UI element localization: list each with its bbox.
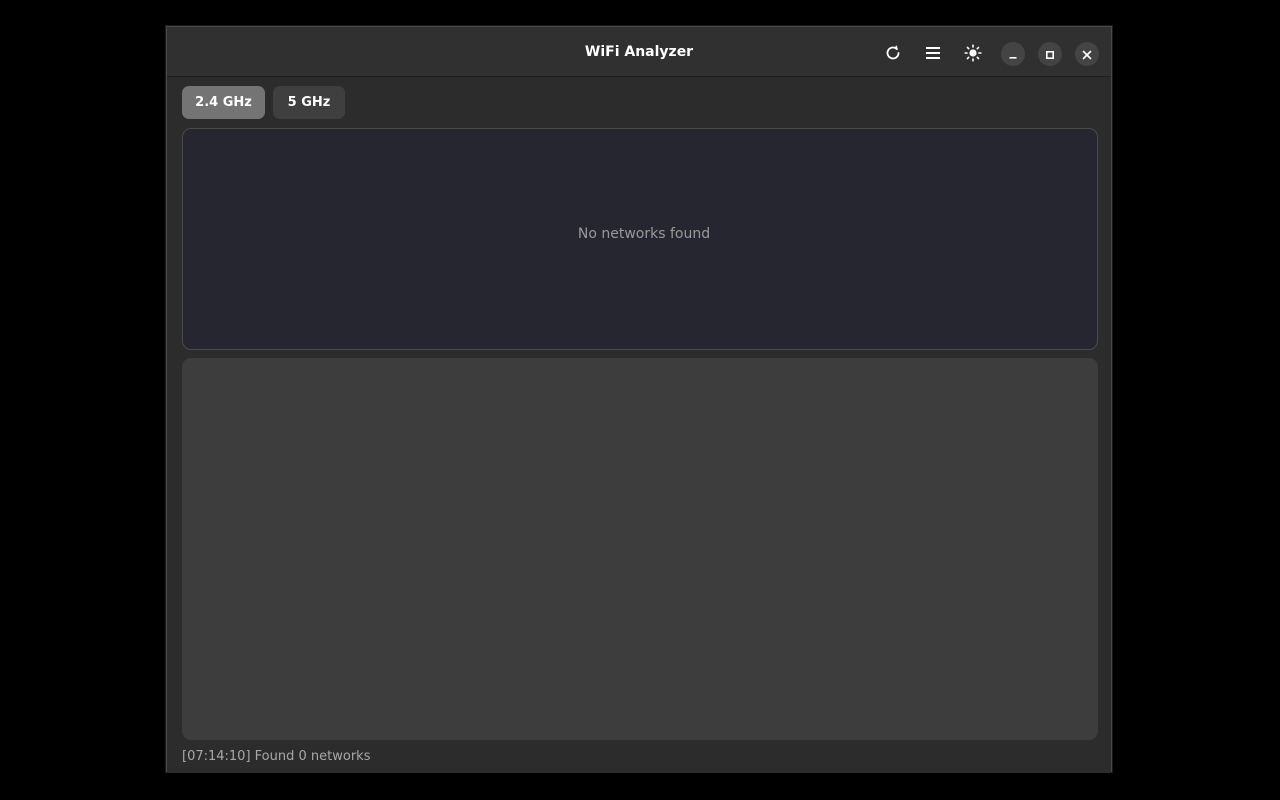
brightness-icon xyxy=(964,44,982,62)
refresh-button[interactable] xyxy=(880,40,906,66)
status-bar-text: [07:14:10] Found 0 networks xyxy=(182,749,371,764)
menu-icon xyxy=(925,46,941,60)
minimize-icon xyxy=(1008,45,1018,64)
refresh-icon xyxy=(884,44,902,62)
network-list-panel[interactable] xyxy=(182,358,1098,740)
maximize-icon xyxy=(1045,45,1055,64)
main-content: 2.4 GHz 5 GHz No networks found [07:14:1… xyxy=(167,77,1111,773)
menu-button[interactable] xyxy=(920,40,946,66)
tab-2-4-ghz[interactable]: 2.4 GHz xyxy=(182,86,265,119)
close-button[interactable] xyxy=(1075,42,1099,66)
maximize-button[interactable] xyxy=(1038,42,1062,66)
tab-5-ghz[interactable]: 5 GHz xyxy=(273,86,345,119)
app-window: WiFi Analyzer 2.4 GHz 5 GHz No networks … xyxy=(165,25,1113,773)
empty-state-message: No networks found xyxy=(577,226,711,242)
minimize-button[interactable] xyxy=(1001,42,1025,66)
channel-graph-panel: No networks found xyxy=(182,128,1098,350)
titlebar: WiFi Analyzer xyxy=(167,27,1111,77)
theme-toggle-button[interactable] xyxy=(960,40,986,66)
close-icon xyxy=(1082,45,1092,64)
